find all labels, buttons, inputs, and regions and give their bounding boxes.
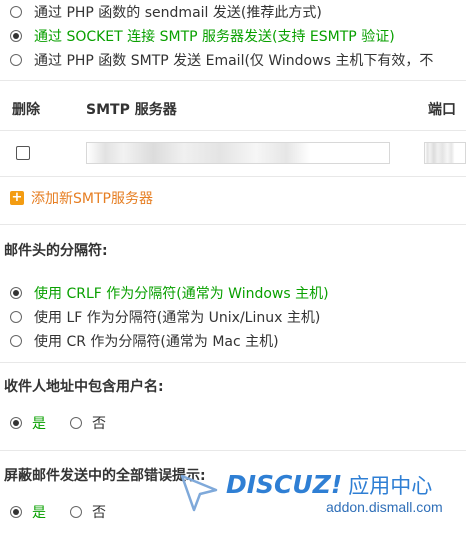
add-smtp-server-link[interactable]: + 添加新SMTP服务器: [10, 188, 153, 208]
delimiter-lf[interactable]: 使用 LF 作为分隔符(通常为 Unix/Linux 主机): [10, 307, 320, 327]
option-label: 使用 LF 作为分隔符(通常为 Unix/Linux 主机): [34, 310, 321, 326]
radio-button[interactable]: [10, 287, 22, 299]
divider: [0, 450, 466, 451]
radio-button[interactable]: [10, 30, 22, 42]
watermark-logo-suffix: 应用中心: [348, 474, 433, 498]
divider: [0, 176, 466, 177]
option-label: 通过 SOCKET 连接 SMTP 服务器发送(支持 ESMTP 验证): [34, 29, 395, 45]
header-smtp-server: SMTP 服务器: [86, 102, 177, 118]
header-delete: 删除: [12, 102, 40, 118]
option-label: 使用 CR 作为分隔符(通常为 Mac 主机): [34, 334, 279, 350]
watermark-logo-text: DISCUZ!: [226, 470, 343, 499]
option-label: 使用 CRLF 作为分隔符(通常为 Windows 主机): [34, 286, 329, 302]
smtp-port-input[interactable]: [424, 142, 466, 164]
watermark-logo: DISCUZ! 应用中心: [226, 470, 432, 500]
plus-icon: +: [10, 190, 24, 205]
include-username-options: 是 否: [10, 413, 130, 433]
discuz-watermark: DISCUZ! 应用中心 addon.dismall.com: [178, 466, 466, 522]
divider: [0, 362, 466, 363]
radio-yes[interactable]: [10, 506, 22, 518]
radio-no[interactable]: [70, 506, 82, 518]
radio-button[interactable]: [10, 6, 22, 18]
watermark-url: addon.dismall.com: [326, 499, 443, 515]
radio-no[interactable]: [70, 417, 82, 429]
option-label: 通过 PHP 函数的 sendmail 发送(推荐此方式): [34, 5, 322, 21]
yes-label: 是: [32, 416, 46, 432]
smtp-server-input[interactable]: [86, 142, 390, 164]
send-method-php-smtp[interactable]: 通过 PHP 函数 SMTP 发送 Email(仅 Windows 主机下有效，…: [10, 50, 433, 70]
silent-errors-title: 屏蔽邮件发送中的全部错误提示:: [4, 468, 206, 484]
no-label: 否: [92, 416, 106, 432]
send-method-socket[interactable]: 通过 SOCKET 连接 SMTP 服务器发送(支持 ESMTP 验证): [10, 26, 395, 46]
add-smtp-server-label: 添加新SMTP服务器: [31, 191, 153, 207]
divider: [0, 80, 466, 81]
header-port: 端口: [428, 102, 456, 118]
no-label: 否: [92, 505, 106, 521]
radio-button[interactable]: [10, 311, 22, 323]
send-method-sendmail[interactable]: 通过 PHP 函数的 sendmail 发送(推荐此方式): [10, 2, 322, 22]
divider: [0, 130, 466, 131]
yes-label: 是: [32, 505, 46, 521]
divider: [0, 224, 466, 225]
include-username-title: 收件人地址中包含用户名:: [4, 379, 164, 395]
radio-button[interactable]: [10, 335, 22, 347]
radio-button[interactable]: [10, 54, 22, 66]
delimiter-crlf[interactable]: 使用 CRLF 作为分隔符(通常为 Windows 主机): [10, 283, 329, 303]
delimiter-cr[interactable]: 使用 CR 作为分隔符(通常为 Mac 主机): [10, 331, 279, 351]
silent-errors-options: 是 否: [10, 502, 130, 522]
option-label: 通过 PHP 函数 SMTP 发送 Email(仅 Windows 主机下有效，…: [34, 53, 434, 69]
delimiter-title: 邮件头的分隔符:: [4, 243, 108, 259]
cursor-arrow-icon: [180, 474, 218, 512]
radio-yes[interactable]: [10, 417, 22, 429]
delete-checkbox[interactable]: [16, 146, 30, 160]
